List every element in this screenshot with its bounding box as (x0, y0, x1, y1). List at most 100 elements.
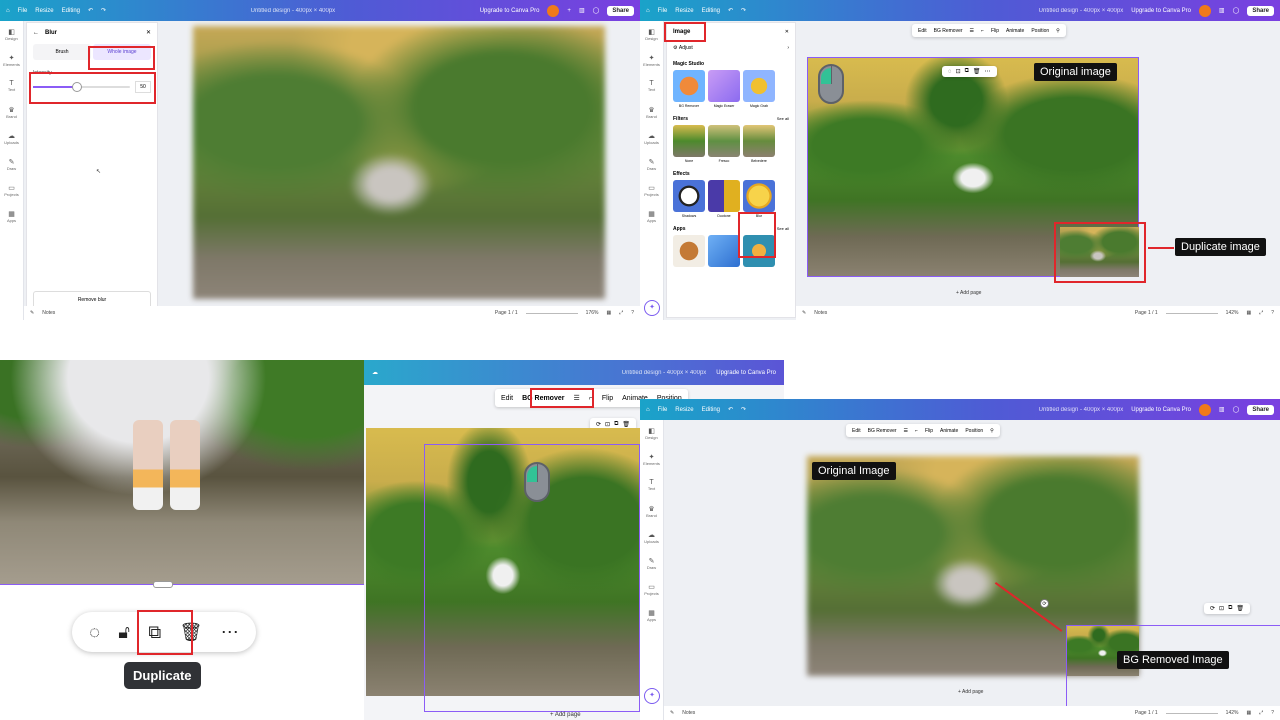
toolbar-flip[interactable]: Flip (602, 395, 613, 402)
crop-icon[interactable]: ⌐ (915, 428, 918, 434)
magic-grab[interactable]: Magic Grab (743, 70, 775, 108)
rail-item-projects[interactable]: ▭ Projects (0, 177, 23, 203)
plus-icon[interactable]: + (567, 8, 571, 14)
toolbar-flip[interactable]: Flip (991, 28, 999, 34)
rail-item-elements[interactable]: ✦ Elements (640, 446, 663, 472)
comment-icon[interactable]: ◯ (593, 7, 600, 14)
toolbar-edit[interactable]: Edit (918, 28, 927, 34)
upgrade-button[interactable]: Upgrade to Canva Pro (480, 8, 540, 14)
redo-icon[interactable]: ↷ (101, 7, 106, 14)
trash-icon[interactable]: 🗑 (973, 68, 981, 75)
effect-duotone[interactable]: Duotone (708, 180, 740, 218)
toolbar-bg-remover[interactable]: BG Remover (868, 428, 897, 434)
file-menu[interactable]: File (658, 407, 668, 413)
rail-item-text[interactable]: T Text (0, 73, 23, 99)
grid-icon[interactable]: ▦ (1246, 710, 1251, 716)
comment-add-icon[interactable]: ◌ (948, 69, 952, 75)
rail-item-projects[interactable]: ▭ Projects (640, 177, 663, 203)
grid-icon[interactable]: ▦ (606, 310, 611, 316)
rail-item-elements[interactable]: ✦ Elements (0, 47, 23, 73)
chart-icon[interactable]: ▥ (1219, 406, 1225, 413)
add-page-button[interactable]: + Add page (958, 689, 983, 695)
chart-icon[interactable]: ▥ (1219, 7, 1225, 14)
toolbar-bg-remover[interactable]: BG Remover (934, 28, 963, 34)
cloud-icon[interactable]: ☁ (372, 369, 378, 376)
toolbar-animate[interactable]: Animate (940, 428, 958, 434)
notes-button[interactable]: Notes (682, 710, 695, 716)
comment-add-icon[interactable]: ◌ (89, 622, 100, 643)
filter-none[interactable]: None (673, 125, 705, 163)
help-icon[interactable]: ? (1271, 710, 1274, 716)
file-menu[interactable]: File (18, 8, 28, 14)
avatar[interactable] (1198, 403, 1211, 416)
rail-item-projects[interactable]: ▭ Projects (640, 576, 663, 602)
tab-brush[interactable]: Brush (33, 44, 91, 60)
zoom-level[interactable]: 142% (1226, 310, 1239, 316)
file-menu[interactable]: File (658, 8, 668, 14)
rail-item-design[interactable]: ◧ Design (0, 21, 23, 47)
editing-menu[interactable]: Editing (702, 8, 720, 14)
home-icon[interactable]: ⌂ (646, 8, 650, 14)
more-icon[interactable]: ⋯ (221, 622, 239, 643)
fullscreen-icon[interactable]: ⤢ (1259, 710, 1263, 716)
effect-shadows[interactable]: Shadows (673, 180, 705, 218)
zoom-level[interactable]: 142% (1226, 710, 1239, 716)
adjust-row[interactable]: ⚙ Adjust › (667, 41, 795, 55)
toolbar-position[interactable]: Position (965, 428, 983, 434)
rail-item-brand[interactable]: ♛ Brand (640, 99, 663, 125)
refresh-icon[interactable]: ⟳ (596, 421, 601, 428)
refresh-icon[interactable]: ⟳ (1210, 605, 1215, 612)
share-button[interactable]: Share (1247, 5, 1274, 16)
share-button[interactable]: Share (607, 5, 635, 16)
resize-handle[interactable] (153, 581, 173, 588)
notes-button[interactable]: Notes (42, 310, 55, 316)
close-icon[interactable]: ✕ (146, 29, 151, 36)
avatar[interactable] (547, 4, 560, 17)
magic-eraser[interactable]: Magic Eraser (708, 70, 740, 108)
magic-bg-remover[interactable]: BG Remover (673, 70, 705, 108)
apps-see-all[interactable]: See all (777, 226, 789, 232)
magic-assistant-icon[interactable]: ✦ (644, 300, 660, 316)
canvas-image-blurred[interactable] (193, 26, 605, 299)
rail-item-apps[interactable]: ▦ Apps (640, 203, 663, 229)
rail-item-draw[interactable]: ✎ Draw (640, 151, 663, 177)
home-icon[interactable]: ⌂ (646, 407, 650, 413)
help-icon[interactable]: ? (1271, 310, 1274, 316)
toolbar-flip[interactable]: Flip (925, 428, 933, 434)
zoom-level[interactable]: 176% (586, 310, 599, 316)
fullscreen-icon[interactable]: ⤢ (1259, 310, 1263, 316)
rail-item-uploads[interactable]: ☁ Uploads (640, 125, 663, 151)
trash-icon[interactable]: 🗑 (622, 421, 630, 428)
rail-item-uploads[interactable]: ☁ Uploads (640, 524, 663, 550)
rotate-handle-icon[interactable]: ⟳ (1040, 599, 1049, 608)
lock-icon[interactable]: ⊡ (605, 421, 610, 428)
more-icon[interactable]: ⋯ (985, 68, 991, 75)
undo-icon[interactable]: ↶ (88, 7, 93, 14)
rail-item-text[interactable]: T Text (640, 73, 663, 99)
filter-belvedere[interactable]: Belvedere (743, 125, 775, 163)
comment-icon[interactable]: ◯ (1233, 7, 1240, 14)
lock-icon[interactable]: ⊡ (1219, 605, 1224, 612)
paint-icon[interactable]: ⚲ (1056, 28, 1060, 34)
rail-item-brand[interactable]: ♛ Brand (640, 498, 663, 524)
editing-menu[interactable]: Editing (62, 8, 80, 14)
toolbar-edit[interactable]: Edit (852, 428, 861, 434)
notes-icon[interactable]: ✎ (30, 310, 34, 316)
duplicate-icon[interactable]: ⧉ (614, 421, 618, 428)
zoom-slider[interactable] (1165, 712, 1218, 714)
grid-icon[interactable]: ▦ (1246, 310, 1251, 316)
toolbar-edit[interactable]: Edit (501, 395, 513, 402)
filters-see-all[interactable]: See all (777, 116, 789, 122)
redo-icon[interactable]: ↷ (741, 7, 746, 14)
app-thumb[interactable] (708, 235, 740, 267)
resize-menu[interactable]: Resize (35, 8, 53, 14)
notes-icon[interactable]: ✎ (802, 310, 806, 316)
undo-icon[interactable]: ↶ (728, 7, 733, 14)
duplicate-icon[interactable]: ⧉ (1228, 605, 1232, 612)
resize-menu[interactable]: Resize (675, 8, 693, 14)
menu-icon[interactable]: ☰ (970, 28, 974, 34)
rail-item-draw[interactable]: ✎ Draw (640, 550, 663, 576)
rail-item-elements[interactable]: ✦ Elements (640, 47, 663, 73)
undo-icon[interactable]: ↶ (728, 406, 733, 413)
editing-menu[interactable]: Editing (702, 407, 720, 413)
